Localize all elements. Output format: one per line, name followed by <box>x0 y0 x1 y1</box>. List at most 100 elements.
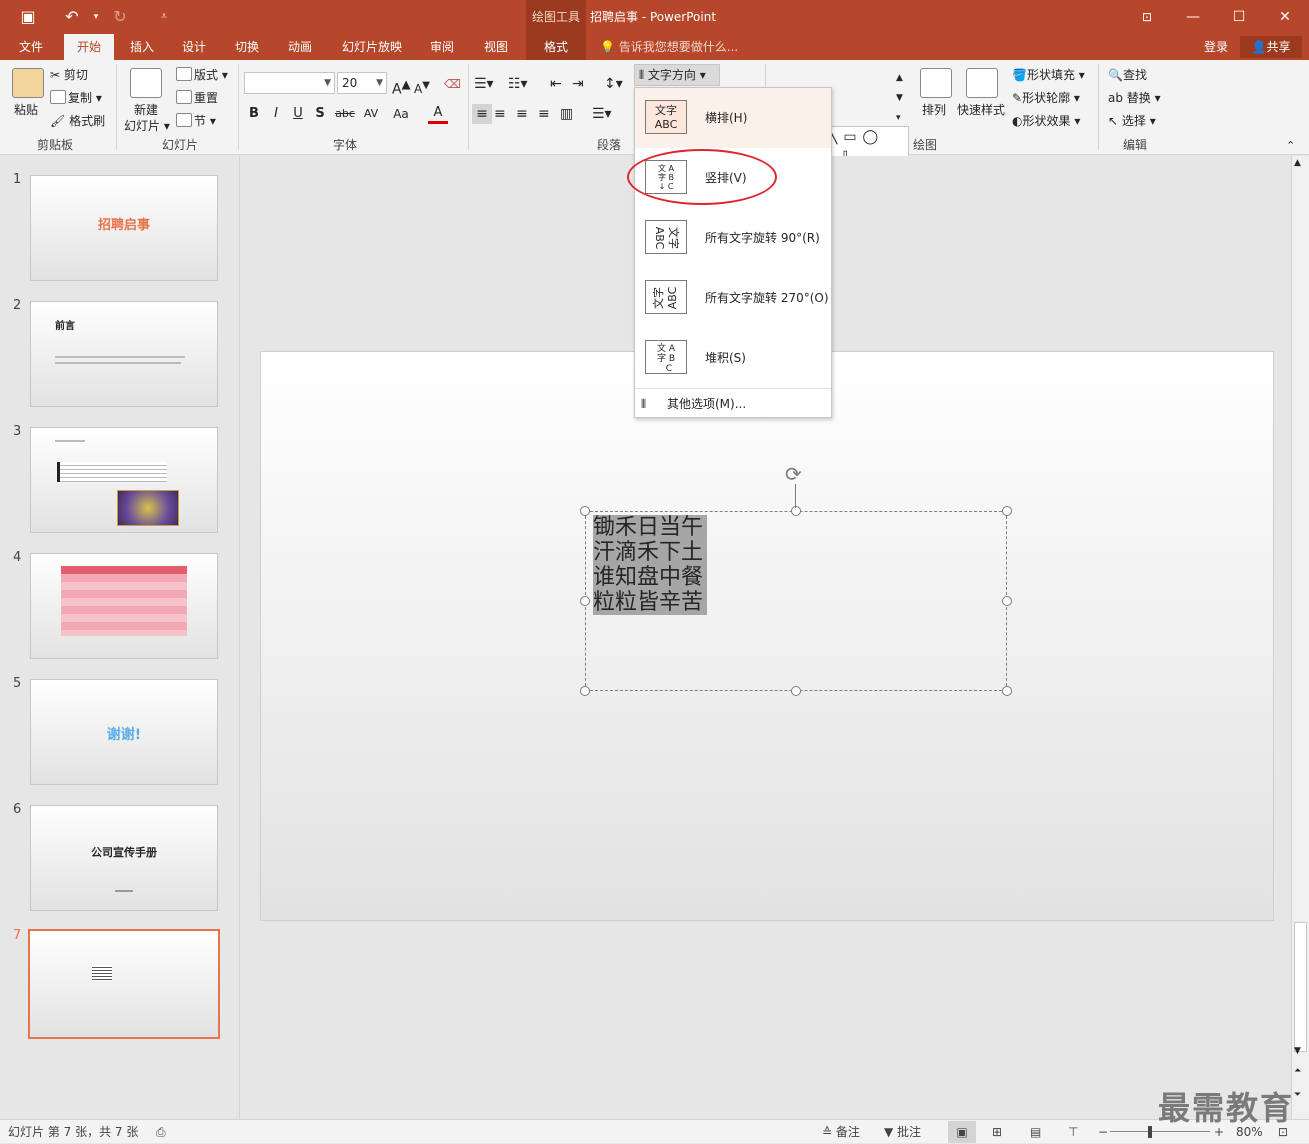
share-button[interactable]: 👤共享 <box>1240 36 1302 58</box>
reading-view-icon[interactable]: ▤ <box>1030 1120 1041 1144</box>
redo-icon[interactable]: ↻ <box>108 6 132 28</box>
customize-qat-icon[interactable]: ⩡ <box>152 6 176 28</box>
char-spacing-button[interactable]: AV <box>358 104 384 124</box>
collapse-ribbon-icon[interactable]: ⌃ <box>1286 136 1295 156</box>
quick-styles-button[interactable]: 快速样式 <box>957 100 1005 120</box>
paste-icon[interactable] <box>12 68 44 98</box>
paste-button[interactable]: 粘贴 <box>14 100 38 120</box>
tab-design[interactable]: 设计 <box>172 34 216 60</box>
shape-fill-button[interactable]: 🪣形状填充 ▾ <box>1012 65 1085 85</box>
scroll-thumb[interactable] <box>1294 922 1307 1052</box>
change-case-button[interactable]: Aa <box>388 104 414 124</box>
slide-thumbnail-6[interactable]: 公司宣传手册 <box>30 805 218 911</box>
prev-slide-icon[interactable]: ⏶ <box>1294 1066 1301 1076</box>
increase-indent-icon[interactable]: ⇥ <box>572 74 584 94</box>
rotate-icon[interactable]: ⟳ <box>785 462 802 486</box>
underline-button[interactable]: U <box>288 104 308 124</box>
new-slide-label[interactable]: 幻灯片 ▾ <box>124 116 170 136</box>
gallery-scroll-icon[interactable]: ▲ ▼ ▾ <box>896 68 903 128</box>
font-size-combo[interactable]: 20 ▼ <box>337 72 387 94</box>
columns-icon[interactable]: ☰▾ <box>592 104 612 124</box>
grow-font-button[interactable]: A▲ <box>392 74 411 100</box>
distributed-icon[interactable]: ▥ <box>560 104 573 124</box>
italic-button[interactable]: I <box>266 104 286 124</box>
justify-icon[interactable]: ≡ <box>538 104 550 124</box>
vertical-scrollbar[interactable]: ▲ ▼ ⏶ ⏷ <box>1291 156 1309 1119</box>
clear-format-icon[interactable]: ⌫ <box>444 74 461 94</box>
align-center-icon[interactable]: ≡ <box>494 104 506 124</box>
numbering-icon[interactable]: ☷▾ <box>508 74 528 94</box>
font-name-combo[interactable]: ▼ <box>244 72 335 94</box>
comments-button[interactable]: ▼ 批注 <box>884 1120 921 1144</box>
minimize-icon[interactable]: — <box>1170 0 1216 34</box>
menu-item-stacked[interactable]: 文 A字 B C 堆积(S) <box>635 328 831 388</box>
scroll-down-icon[interactable]: ▼ <box>1294 1046 1301 1056</box>
arrange-button[interactable]: 排列 <box>922 100 946 120</box>
quick-styles-icon[interactable] <box>966 68 998 98</box>
cut-button[interactable]: ✂ 剪切 <box>50 65 88 85</box>
slide-thumbnail-7[interactable] <box>28 929 220 1039</box>
slideshow-view-icon[interactable]: ⊤ <box>1068 1120 1078 1144</box>
maximize-icon[interactable]: ☐ <box>1216 0 1262 34</box>
slide-thumbnail-2[interactable]: 前言 <box>30 301 218 407</box>
shrink-font-button[interactable]: A▼ <box>414 76 430 99</box>
find-button[interactable]: 🔍查找 <box>1108 65 1147 85</box>
reset-button[interactable]: 重置 <box>176 88 218 108</box>
resize-handle[interactable] <box>580 506 590 516</box>
ribbon-display-icon[interactable]: ⊡ <box>1124 0 1170 34</box>
undo-dropdown-icon[interactable]: ▾ <box>84 6 108 28</box>
menu-item-more-options[interactable]: ⫴ 其他选项(M)... <box>635 390 831 418</box>
replace-button[interactable]: ab 替换 ▾ <box>1108 88 1161 108</box>
text-direction-button[interactable]: ⫴ 文字方向 ▾ <box>634 64 720 86</box>
new-slide-icon[interactable] <box>130 68 162 98</box>
zoom-slider-thumb[interactable] <box>1148 1126 1152 1138</box>
resize-handle[interactable] <box>580 596 590 606</box>
tell-me-box[interactable]: 💡 告诉我您想要做什么... <box>600 34 738 60</box>
login-link[interactable]: 登录 <box>1204 34 1228 60</box>
tab-review[interactable]: 审阅 <box>420 34 464 60</box>
tab-view[interactable]: 视图 <box>474 34 518 60</box>
zoom-out-icon[interactable]: − <box>1098 1120 1108 1144</box>
tab-animations[interactable]: 动画 <box>278 34 322 60</box>
tab-insert[interactable]: 插入 <box>120 34 164 60</box>
next-slide-icon[interactable]: ⏷ <box>1294 1090 1301 1100</box>
line-spacing-icon[interactable]: ↕▾ <box>604 74 623 94</box>
layout-button[interactable]: 版式 ▾ <box>176 65 228 85</box>
font-color-button[interactable]: A <box>428 104 448 124</box>
slide-thumbnail-5[interactable]: 谢谢! <box>30 679 218 785</box>
resize-handle[interactable] <box>1002 596 1012 606</box>
menu-item-rotate-270[interactable]: 文字 ABC 所有文字旋转 270°(O) <box>635 268 831 328</box>
tab-file[interactable]: 文件 <box>8 34 54 60</box>
arrange-icon[interactable] <box>920 68 952 98</box>
shape-outline-button[interactable]: ✎形状轮廓 ▾ <box>1012 88 1080 108</box>
shape-effects-button[interactable]: ◐形状效果 ▾ <box>1012 111 1080 131</box>
copy-button[interactable]: 复制 ▾ <box>50 88 102 108</box>
format-painter-button[interactable]: 🖌 格式刷 <box>50 111 105 131</box>
notes-button[interactable]: ≙ 备注 <box>822 1120 860 1144</box>
resize-handle[interactable] <box>1002 686 1012 696</box>
tab-slideshow[interactable]: 幻灯片放映 <box>334 34 410 60</box>
resize-handle[interactable] <box>580 686 590 696</box>
scroll-up-icon[interactable]: ▲ <box>1294 158 1301 168</box>
slide-sorter-icon[interactable]: ⊞ <box>992 1120 1002 1144</box>
poem-text[interactable]: 锄禾日当午 汗滴禾下土 谁知盘中餐 粒粒皆辛苦 <box>593 515 708 615</box>
align-right-icon[interactable]: ≡ <box>516 104 528 124</box>
slide-thumbnail-4[interactable] <box>30 553 218 659</box>
save-icon[interactable]: ▣ <box>16 6 40 28</box>
align-left-icon[interactable]: ≡ <box>472 104 492 124</box>
resize-handle[interactable] <box>791 506 801 516</box>
tab-format[interactable]: 格式 <box>526 34 586 60</box>
undo-icon[interactable]: ↶ <box>60 6 84 28</box>
strikethrough-button[interactable]: abc <box>332 104 358 124</box>
spelling-icon[interactable]: ⎙ <box>156 1120 166 1144</box>
slide-thumbnail-1[interactable]: 招聘启事 <box>30 175 218 281</box>
shadow-button[interactable]: S <box>310 104 330 124</box>
menu-item-rotate-90[interactable]: 文字 ABC 所有文字旋转 90°(R) <box>635 208 831 268</box>
normal-view-icon[interactable]: ▣ <box>948 1121 976 1143</box>
decrease-indent-icon[interactable]: ⇤ <box>550 74 562 94</box>
bold-button[interactable]: B <box>244 104 264 124</box>
menu-item-horizontal[interactable]: 文字 ABC 横排(H) <box>635 88 831 148</box>
select-button[interactable]: ↖ 选择 ▾ <box>1108 111 1156 131</box>
close-icon[interactable]: ✕ <box>1262 0 1308 34</box>
tab-transitions[interactable]: 切换 <box>225 34 269 60</box>
